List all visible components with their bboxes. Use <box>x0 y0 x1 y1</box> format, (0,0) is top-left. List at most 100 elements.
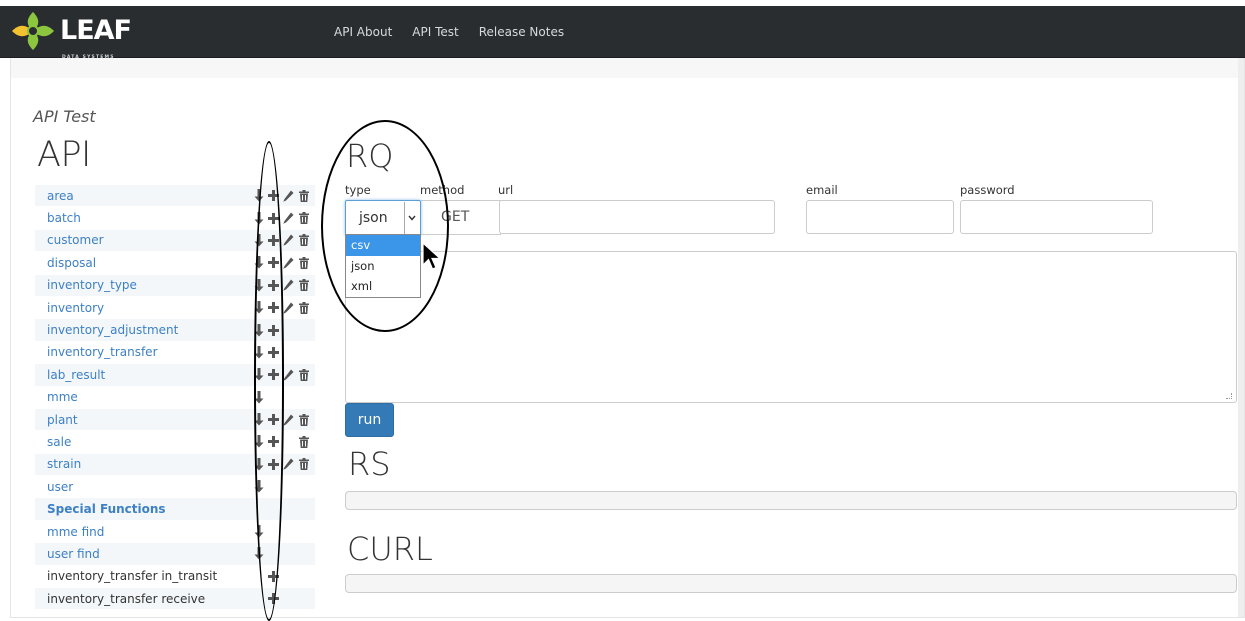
row-action-icons <box>252 387 267 408</box>
api-endpoint-link[interactable]: mme <box>47 390 78 404</box>
request-body-textarea[interactable] <box>345 251 1237 403</box>
plus-icon[interactable] <box>267 345 280 359</box>
password-input[interactable] <box>960 200 1153 234</box>
pencil-icon[interactable] <box>282 256 295 270</box>
arrow-down-icon[interactable] <box>252 525 265 539</box>
api-endpoint-link[interactable]: strain <box>47 457 81 471</box>
plus-icon[interactable] <box>267 457 280 471</box>
type-option-csv[interactable]: csv <box>346 235 420 256</box>
plus-icon[interactable] <box>267 256 280 270</box>
api-endpoint-link[interactable]: inventory <box>47 301 104 315</box>
trash-icon[interactable] <box>297 278 310 292</box>
api-endpoint-link[interactable]: inventory_transfer receive <box>47 592 205 606</box>
api-endpoint-link[interactable]: area <box>47 189 74 203</box>
api-heading: API <box>37 135 91 175</box>
api-endpoint-link[interactable]: plant <box>47 413 78 427</box>
plus-icon[interactable] <box>267 368 280 382</box>
curl-output-bar <box>345 574 1237 593</box>
pencil-icon[interactable] <box>282 278 295 292</box>
curl-heading: CURL <box>347 530 433 568</box>
arrow-down-icon[interactable] <box>252 233 265 247</box>
url-input[interactable] <box>499 200 775 234</box>
plus-icon[interactable] <box>267 189 280 203</box>
type-option-xml[interactable]: xml <box>346 276 420 297</box>
trash-icon[interactable] <box>297 189 310 203</box>
api-endpoint-link[interactable]: inventory_type <box>47 278 137 292</box>
api-endpoint-link[interactable]: inventory_transfer <box>47 345 158 359</box>
api-list-row: inventory <box>35 297 315 320</box>
api-list-row: inventory_transfer <box>35 342 315 365</box>
chevron-down-icon[interactable] <box>404 202 419 234</box>
plus-icon[interactable] <box>267 435 280 449</box>
pencil-icon[interactable] <box>282 189 295 203</box>
arrow-down-icon[interactable] <box>252 435 265 449</box>
pencil-icon[interactable] <box>282 413 295 427</box>
plus-icon[interactable] <box>267 413 280 427</box>
arrow-down-icon[interactable] <box>252 413 265 427</box>
arrow-down-icon[interactable] <box>252 390 265 404</box>
trash-icon[interactable] <box>297 256 310 270</box>
api-endpoint-link[interactable]: inventory_adjustment <box>47 323 178 337</box>
row-action-icons <box>252 297 312 318</box>
api-endpoint-link[interactable]: user find <box>47 547 100 561</box>
run-button[interactable]: run <box>345 403 394 437</box>
row-action-icons <box>252 252 312 273</box>
arrow-down-icon[interactable] <box>252 480 265 494</box>
api-endpoint-link[interactable]: sale <box>47 435 71 449</box>
trash-icon[interactable] <box>297 301 310 315</box>
row-action-icons <box>252 454 312 475</box>
plus-icon[interactable] <box>267 323 280 337</box>
arrow-down-icon[interactable] <box>252 189 265 203</box>
pencil-icon[interactable] <box>282 368 295 382</box>
trash-icon[interactable] <box>297 368 310 382</box>
trash-icon[interactable] <box>297 457 310 471</box>
top-navbar: LEAF DATA SYSTEMS POWERED BY MJ FREEWAY … <box>0 6 1245 66</box>
arrow-down-icon[interactable] <box>252 457 265 471</box>
nav-link-api-about[interactable]: API About <box>334 25 392 39</box>
nav-link-release-notes[interactable]: Release Notes <box>479 25 564 39</box>
password-label: password <box>960 183 1015 197</box>
arrow-down-icon[interactable] <box>252 301 265 315</box>
api-endpoint-link[interactable]: user <box>47 480 73 494</box>
leaf-logo[interactable]: LEAF DATA SYSTEMS POWERED BY MJ FREEWAY <box>10 8 132 66</box>
arrow-down-icon[interactable] <box>252 256 265 270</box>
api-endpoint-link[interactable]: inventory_transfer in_transit <box>47 569 217 583</box>
api-endpoint-link[interactable]: customer <box>47 233 104 247</box>
trash-icon[interactable] <box>297 233 310 247</box>
sub-header-bar <box>11 58 1244 78</box>
plus-icon[interactable] <box>267 569 280 583</box>
resize-grip[interactable] <box>1226 393 1232 399</box>
arrow-down-icon[interactable] <box>252 211 265 225</box>
pencil-icon[interactable] <box>282 211 295 225</box>
arrow-down-icon[interactable] <box>252 368 265 382</box>
response-output-bar <box>345 491 1237 510</box>
plus-icon[interactable] <box>267 211 280 225</box>
trash-icon[interactable] <box>297 435 310 449</box>
trash-icon[interactable] <box>297 211 310 225</box>
pencil-icon[interactable] <box>282 233 295 247</box>
arrow-down-icon[interactable] <box>252 345 265 359</box>
api-endpoint-link[interactable]: batch <box>47 211 81 225</box>
api-endpoint-link[interactable]: lab_result <box>47 368 105 382</box>
type-select[interactable]: json <box>345 200 421 236</box>
nav-link-api-test[interactable]: API Test <box>412 25 458 39</box>
api-endpoint-link[interactable]: disposal <box>47 256 96 270</box>
plus-icon[interactable] <box>267 592 280 606</box>
pencil-icon[interactable] <box>282 301 295 315</box>
type-select-value: json <box>359 210 388 226</box>
arrow-down-icon[interactable] <box>252 278 265 292</box>
type-option-json[interactable]: json <box>346 256 420 277</box>
plus-icon[interactable] <box>267 278 280 292</box>
api-list-row: Special Functions <box>35 498 315 521</box>
arrow-down-icon[interactable] <box>252 547 265 561</box>
arrow-down-icon[interactable] <box>252 323 265 337</box>
plus-icon[interactable] <box>267 301 280 315</box>
trash-icon[interactable] <box>297 413 310 427</box>
method-field[interactable]: GET <box>421 200 501 235</box>
email-input[interactable] <box>806 200 954 234</box>
pencil-icon[interactable] <box>282 457 295 471</box>
url-label: url <box>498 183 514 197</box>
api-endpoint-link[interactable]: mme find <box>47 525 104 539</box>
plus-icon[interactable] <box>267 233 280 247</box>
api-list-row: sale <box>35 431 315 454</box>
